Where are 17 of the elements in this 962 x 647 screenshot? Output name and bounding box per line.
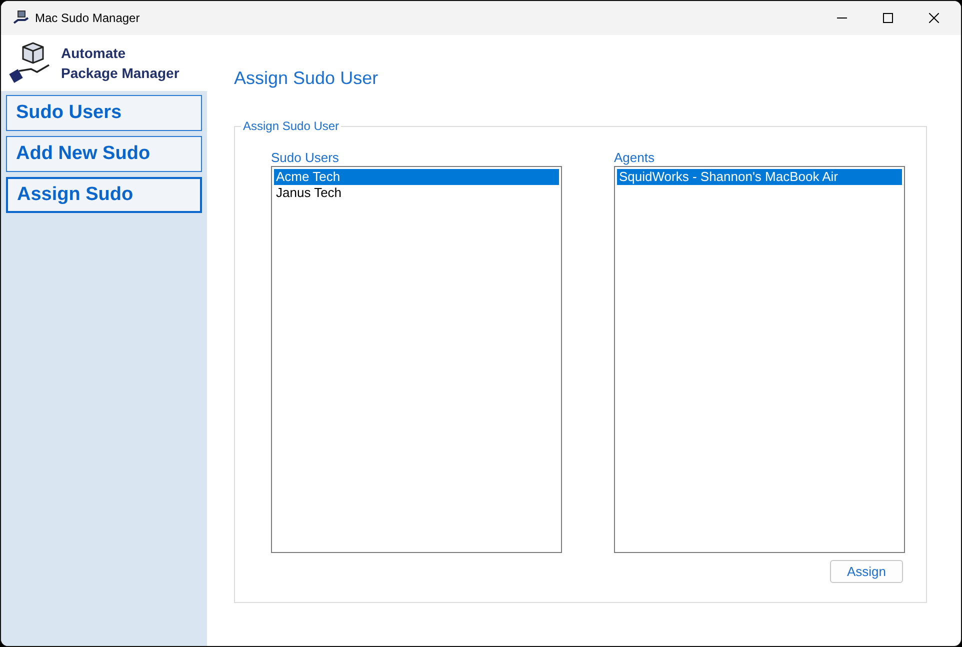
window-title: Mac Sudo Manager	[35, 10, 140, 27]
close-icon[interactable]	[929, 13, 939, 23]
list-item[interactable]: SquidWorks - Shannon's MacBook Air	[617, 169, 902, 185]
app-icon	[13, 10, 29, 26]
list-item[interactable]: Acme Tech	[274, 169, 559, 185]
page-heading: Assign Sudo User	[234, 67, 380, 90]
assign-button[interactable]: Assign	[830, 560, 903, 583]
list-item[interactable]: Janus Tech	[274, 185, 559, 201]
nav-item[interactable]: Assign Sudo	[6, 177, 202, 213]
maximize-icon[interactable]	[883, 13, 893, 23]
list-label: Agents	[614, 150, 656, 166]
nav-item[interactable]: Add New Sudo	[6, 136, 202, 172]
brand-text: Automate	[61, 44, 127, 63]
list-label: Sudo Users	[271, 150, 340, 166]
brand-text: Package Manager	[61, 64, 180, 83]
group-title: Assign Sudo User	[241, 119, 342, 133]
nav-item[interactable]: Sudo Users	[6, 95, 202, 131]
